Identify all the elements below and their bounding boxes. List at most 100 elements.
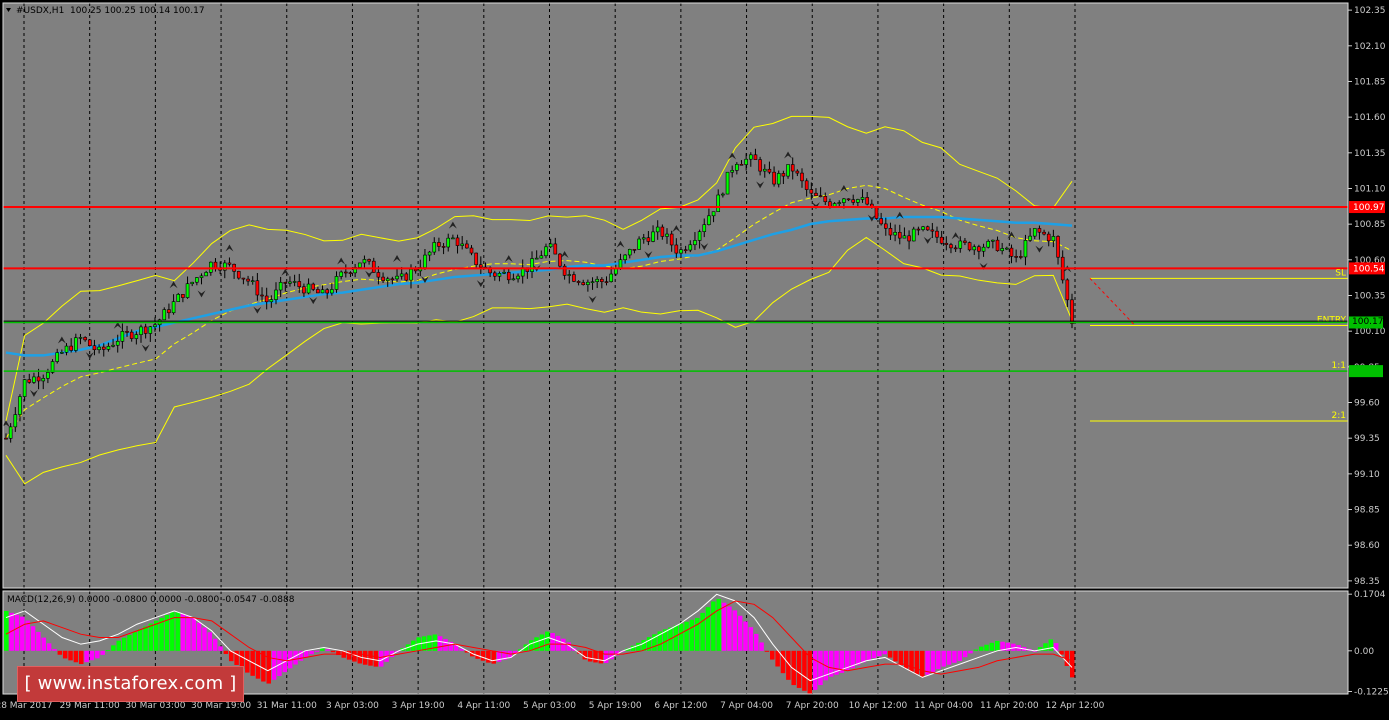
- candle-body: [511, 278, 516, 281]
- candle-body: [739, 163, 744, 166]
- candle-body: [497, 273, 502, 277]
- support-price-label: 100.54: [1353, 264, 1385, 274]
- macd-histogram-bar: [737, 615, 743, 651]
- macd-histogram-bar: [212, 638, 218, 651]
- macd-histogram-bar: [898, 650, 904, 666]
- candle-body: [306, 283, 311, 294]
- candle-body: [963, 240, 967, 243]
- candle-body: [981, 246, 986, 252]
- macd-histogram-bar: [245, 650, 250, 673]
- macd-histogram-bar: [14, 614, 20, 651]
- macd-histogram-bar: [941, 650, 946, 667]
- macd-histogram-bar: [914, 650, 920, 675]
- candle-body: [1014, 256, 1018, 258]
- candle-body: [516, 275, 520, 280]
- candle-body: [64, 345, 69, 353]
- x-tick-label: 7 Apr 04:00: [720, 701, 773, 711]
- candle-body: [446, 237, 451, 248]
- candle-body: [800, 172, 804, 182]
- macd-histogram-bar: [561, 638, 566, 651]
- candle-body: [553, 243, 558, 255]
- macd-histogram-bar: [320, 648, 325, 651]
- candle-body: [627, 249, 632, 256]
- macd-histogram-bar: [196, 622, 202, 651]
- candle-body: [548, 243, 553, 248]
- x-tick-label: 5 Apr 03:00: [523, 701, 576, 711]
- macd-histogram-bar: [711, 601, 716, 651]
- candle-body: [604, 281, 609, 283]
- macd-histogram-bar: [111, 645, 116, 651]
- candle-body: [427, 251, 432, 256]
- macd-histogram-bar: [684, 621, 689, 651]
- macd-histogram-bar: [753, 633, 759, 651]
- macd-histogram-bar: [861, 650, 866, 663]
- candle-body: [325, 289, 329, 294]
- candle-body: [1042, 231, 1046, 235]
- x-tick-label: 31 Mar 11:00: [257, 701, 317, 711]
- macd-histogram-bar: [68, 650, 73, 661]
- candle-body: [949, 244, 953, 249]
- x-tick-label: 3 Apr 19:00: [392, 701, 445, 711]
- candle-body: [1056, 236, 1060, 258]
- candle-body: [13, 414, 18, 428]
- candle-body: [330, 289, 334, 294]
- macd-histogram-bar: [593, 650, 598, 663]
- y-tick-label: 101.60: [1354, 113, 1386, 123]
- macd-histogram-bar: [818, 650, 823, 686]
- macd-header: MACD(12,26,9) 0.0000 -0.0800 0.0000 -0.0…: [7, 595, 295, 605]
- candle-body: [716, 194, 721, 212]
- candle-body: [921, 226, 925, 230]
- candle-body: [832, 203, 837, 207]
- candle-body: [972, 246, 977, 251]
- candle-body: [935, 230, 939, 238]
- candle-body: [1000, 248, 1004, 252]
- candle-body: [69, 345, 73, 351]
- candle-body: [97, 346, 101, 351]
- candle-body: [339, 271, 343, 277]
- candle-body: [925, 226, 930, 231]
- candle-body: [725, 171, 730, 195]
- candle-body: [790, 164, 795, 172]
- candle-body: [460, 243, 464, 246]
- candle-body: [1018, 256, 1023, 258]
- candle-body: [492, 272, 497, 277]
- macd-histogram-bar: [550, 633, 555, 651]
- candle-body: [60, 352, 64, 354]
- candle-body: [18, 396, 22, 415]
- candle-body: [278, 282, 283, 291]
- candle-body: [185, 283, 190, 298]
- candle-body: [753, 154, 758, 160]
- candle-body: [395, 275, 399, 280]
- candle-body: [595, 278, 599, 282]
- candle-body: [567, 274, 572, 276]
- y-tick-label: 101.35: [1354, 149, 1386, 159]
- candle-body: [148, 326, 153, 334]
- y-tick-label: 100.35: [1354, 292, 1386, 302]
- candle-body: [590, 281, 595, 283]
- candle-body: [883, 223, 888, 229]
- header-symbol: #USDX,H1: [16, 6, 64, 16]
- macd-histogram-bar: [52, 649, 57, 651]
- x-tick-label: 10 Apr 12:00: [849, 701, 908, 711]
- candle-body: [4, 437, 8, 440]
- candle-body: [1037, 228, 1042, 233]
- candle-body: [344, 271, 348, 274]
- x-tick-label: 7 Apr 20:00: [786, 701, 839, 711]
- candle-body: [404, 273, 409, 281]
- candle-body: [302, 286, 306, 294]
- candle-body: [767, 168, 772, 173]
- macd-histogram-bar: [759, 642, 764, 651]
- candle-body: [693, 240, 697, 246]
- candle-body: [167, 309, 171, 314]
- macd-histogram-bar: [995, 640, 1000, 651]
- candle-body: [851, 199, 856, 203]
- candle-body: [1070, 299, 1074, 324]
- candle-body: [199, 275, 204, 278]
- candle-body: [958, 240, 963, 249]
- macd-histogram-bar: [920, 650, 925, 678]
- macd-histogram-bar: [443, 639, 448, 651]
- candle-body: [502, 271, 506, 274]
- macd-histogram-bar: [802, 650, 807, 691]
- macd-y-tick-label: -0.1225: [1354, 688, 1389, 698]
- macd-histogram-bar: [695, 617, 700, 651]
